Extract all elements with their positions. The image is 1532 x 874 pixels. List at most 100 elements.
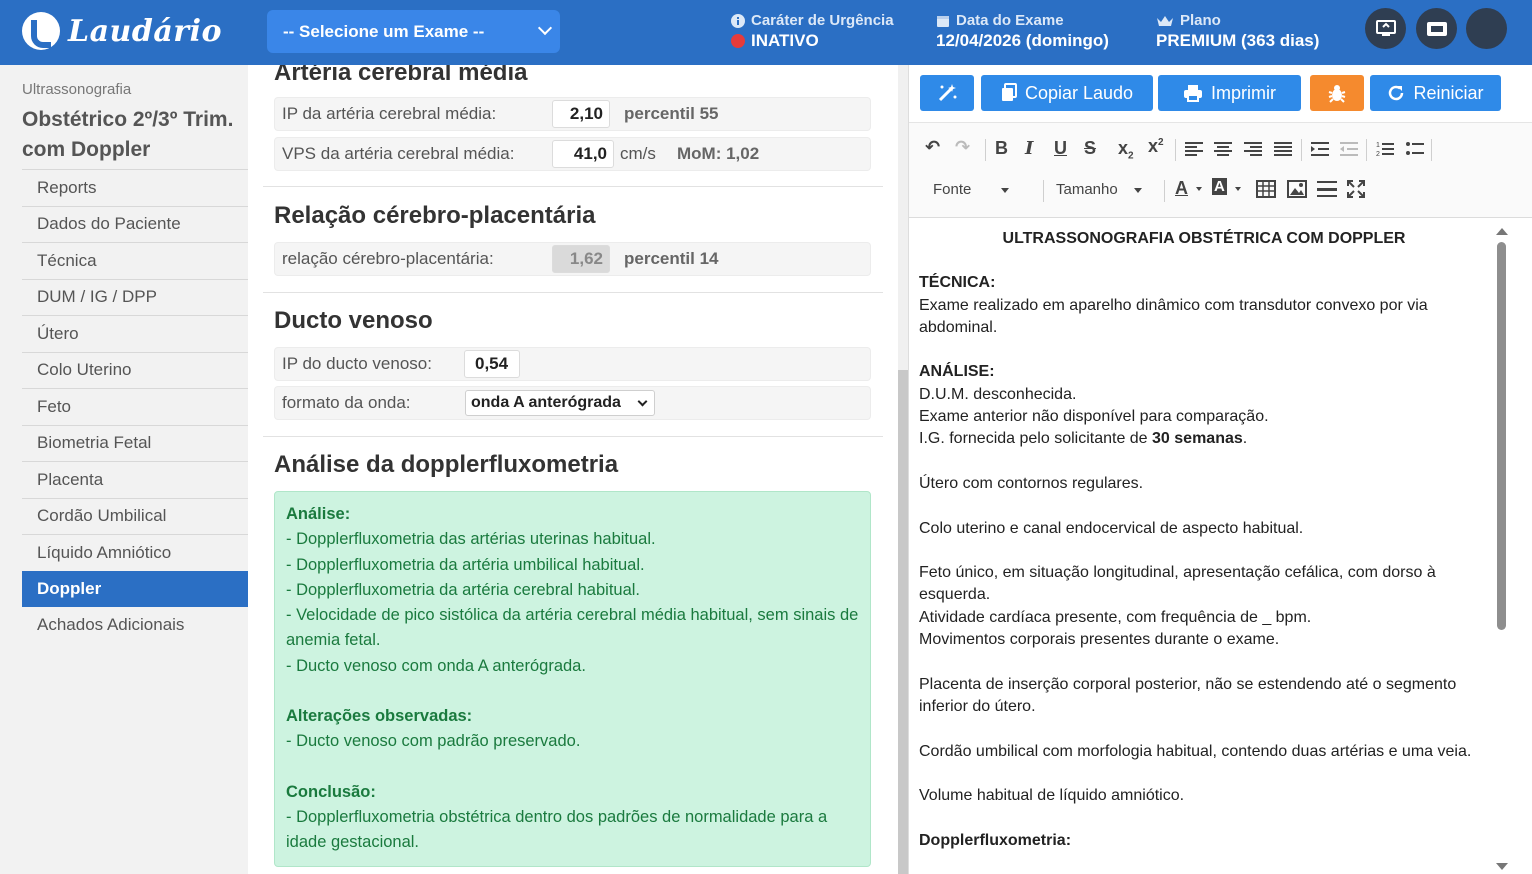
mca-ip-label: IP da artéria cerebral média: [282, 104, 497, 123]
printer-icon [1184, 85, 1202, 102]
highlight-color-icon[interactable]: A [1212, 178, 1227, 195]
magic-wand-button[interactable] [920, 75, 974, 111]
sidebar-item-biometry[interactable]: Biometria Fetal [22, 424, 248, 462]
undo-icon[interactable]: ↶ [925, 137, 940, 158]
align-justify-icon[interactable] [1274, 141, 1292, 157]
scroll-down-icon[interactable] [1496, 863, 1508, 870]
bullet-list-icon[interactable] [1406, 140, 1424, 158]
scrollbar-thumb[interactable] [898, 370, 908, 874]
monitor-icon [1375, 19, 1396, 36]
copy-report-label: Copiar Laudo [1024, 82, 1134, 103]
sidebar-item-uterus[interactable]: Útero [22, 315, 248, 352]
ticket-icon [1426, 21, 1447, 36]
align-center-icon[interactable] [1214, 141, 1232, 157]
indent-icon[interactable] [1311, 141, 1329, 157]
sidebar-item-doppler[interactable]: Doppler [22, 570, 248, 607]
sidebar-item-umbilical-cord[interactable]: Cordão Umbilical [22, 497, 248, 535]
sidebar-item-fetus[interactable]: Feto [22, 388, 248, 425]
report-scrollbar[interactable] [1495, 228, 1509, 874]
restart-button[interactable]: Reiniciar [1370, 75, 1501, 111]
horizontal-rule-icon[interactable] [1317, 180, 1337, 198]
sidebar-item-additional-findings[interactable]: Achados Adicionais [22, 607, 248, 644]
scroll-up-icon[interactable] [1496, 228, 1508, 235]
urgency-label: Caráter de Urgência [751, 12, 894, 29]
print-button[interactable]: Imprimir [1158, 75, 1301, 111]
report-title: ULTRASSONOGRAFIA OBSTÉTRICA COM DOPPLER [1002, 230, 1406, 247]
svg-text:1: 1 [1376, 142, 1380, 149]
font-family-dropdown[interactable]: Fonte [933, 181, 1010, 198]
report-text: I.G. fornecida pelo solicitante de [919, 430, 1153, 448]
dv-wave-select[interactable]: onda A anterógrada [465, 390, 655, 416]
font-size-dropdown[interactable]: Tamanho [1056, 181, 1142, 198]
subscript-icon[interactable]: x2 [1118, 138, 1134, 162]
section-title-analysis: Análise da dopplerfluxometria [274, 451, 619, 478]
ordered-list-icon[interactable]: 12 [1376, 140, 1394, 158]
svg-text:2: 2 [1376, 151, 1380, 158]
copy-report-button[interactable]: Copiar Laudo [981, 75, 1153, 111]
report-document[interactable]: ULTRASSONOGRAFIA OBSTÉTRICA COM DOPPLER … [919, 228, 1489, 852]
bug-report-button[interactable] [1310, 75, 1364, 111]
analysis-heading: Análise: [286, 505, 351, 523]
app-logo[interactable]: Laudário [22, 12, 222, 50]
report-paragraph: Colo uterino e canal endocervical de asp… [919, 519, 1304, 537]
cpr-label: relação cérebro-placentária: [282, 249, 494, 268]
caret-down-icon[interactable] [1196, 187, 1202, 191]
sidebar-item-placenta[interactable]: Placenta [22, 461, 248, 498]
font-family-label: Fonte [933, 181, 972, 198]
bold-icon[interactable]: B [995, 138, 1008, 159]
outdent-icon[interactable] [1340, 141, 1358, 157]
user-avatar[interactable] [1466, 8, 1507, 49]
analysis-line: - Dopplerfluxometria das artérias uterin… [286, 530, 656, 549]
exam-date-value: 12/04/2026 (domingo) [936, 31, 1109, 50]
dv-wave-label: formato da onda: [282, 393, 411, 412]
nav-exam-title: Obstétrico 2º/3º Trim. com Doppler [22, 108, 234, 161]
report-text: . [1242, 430, 1248, 448]
align-left-icon[interactable] [1185, 141, 1203, 157]
info-icon [731, 13, 745, 28]
fullscreen-icon[interactable] [1347, 180, 1365, 198]
align-right-icon[interactable] [1244, 141, 1262, 157]
analysis-line: - Ducto venoso com onda A anterógrada. [286, 656, 586, 675]
plan-label: Plano [1180, 12, 1221, 29]
text-color-icon[interactable]: A [1175, 178, 1188, 199]
ticket-button[interactable] [1416, 8, 1457, 49]
report-paragraph: Cordão umbilical com morfologia habitual… [919, 742, 1472, 760]
sidebar-item-amniotic-fluid[interactable]: Líquido Amniótico [22, 534, 248, 571]
sidebar-item-reports[interactable]: Reports [22, 169, 248, 206]
underline-icon[interactable]: U [1054, 138, 1067, 159]
toolbar-separator [1431, 139, 1432, 161]
mca-ip-input[interactable]: 2,10 [552, 100, 610, 128]
caret-down-icon [1001, 187, 1010, 193]
strikethrough-icon[interactable]: S [1084, 138, 1096, 159]
mca-vps-unit: cm/s [620, 144, 656, 163]
form-scrollbar[interactable] [898, 65, 908, 874]
refresh-icon [1389, 85, 1404, 101]
sidebar-item-dum-ig-dpp[interactable]: DUM / IG / DPP [22, 278, 248, 316]
sidebar-item-patient-data[interactable]: Dados do Paciente [22, 205, 248, 243]
mca-vps-input[interactable]: 41,0 [552, 140, 614, 168]
image-icon[interactable] [1287, 180, 1307, 198]
report-paragraph: Placenta de inserção corporal posterior,… [919, 675, 1457, 715]
urgency-info: Caráter de Urgência INATIVO [731, 12, 894, 51]
caret-down-icon [1133, 187, 1142, 193]
scrollbar-thumb[interactable] [1497, 242, 1506, 630]
sidebar-item-cervix[interactable]: Colo Uterino [22, 351, 248, 389]
exam-select[interactable]: -- Selecione um Exame -- [267, 10, 560, 53]
italic-icon[interactable]: I [1025, 138, 1033, 159]
magic-wand-icon [938, 84, 957, 102]
cpr-percentile: percentil 14 [624, 249, 719, 268]
report-paragraph: Feto único, em situação longitudinal, ap… [919, 564, 1436, 604]
table-icon[interactable] [1256, 180, 1276, 198]
toolbar-separator [1301, 139, 1302, 161]
toolbar-separator [1164, 180, 1165, 202]
dv-ip-input[interactable]: 0,54 [464, 350, 520, 378]
alterations-line: - Ducto venoso com padrão preservado. [286, 732, 581, 751]
superscript-icon[interactable]: x2 [1148, 136, 1164, 157]
nav-list: Reports Dados do Paciente Técnica DUM / … [22, 169, 248, 644]
toolbar-separator [1043, 180, 1044, 202]
monitor-button[interactable] [1365, 8, 1406, 49]
caret-down-icon[interactable] [1235, 187, 1241, 191]
sidebar-item-technique[interactable]: Técnica [22, 242, 248, 279]
redo-icon[interactable]: ↷ [955, 137, 970, 158]
analysis-box: Análise: - Dopplerfluxometria das artéri… [274, 491, 871, 867]
